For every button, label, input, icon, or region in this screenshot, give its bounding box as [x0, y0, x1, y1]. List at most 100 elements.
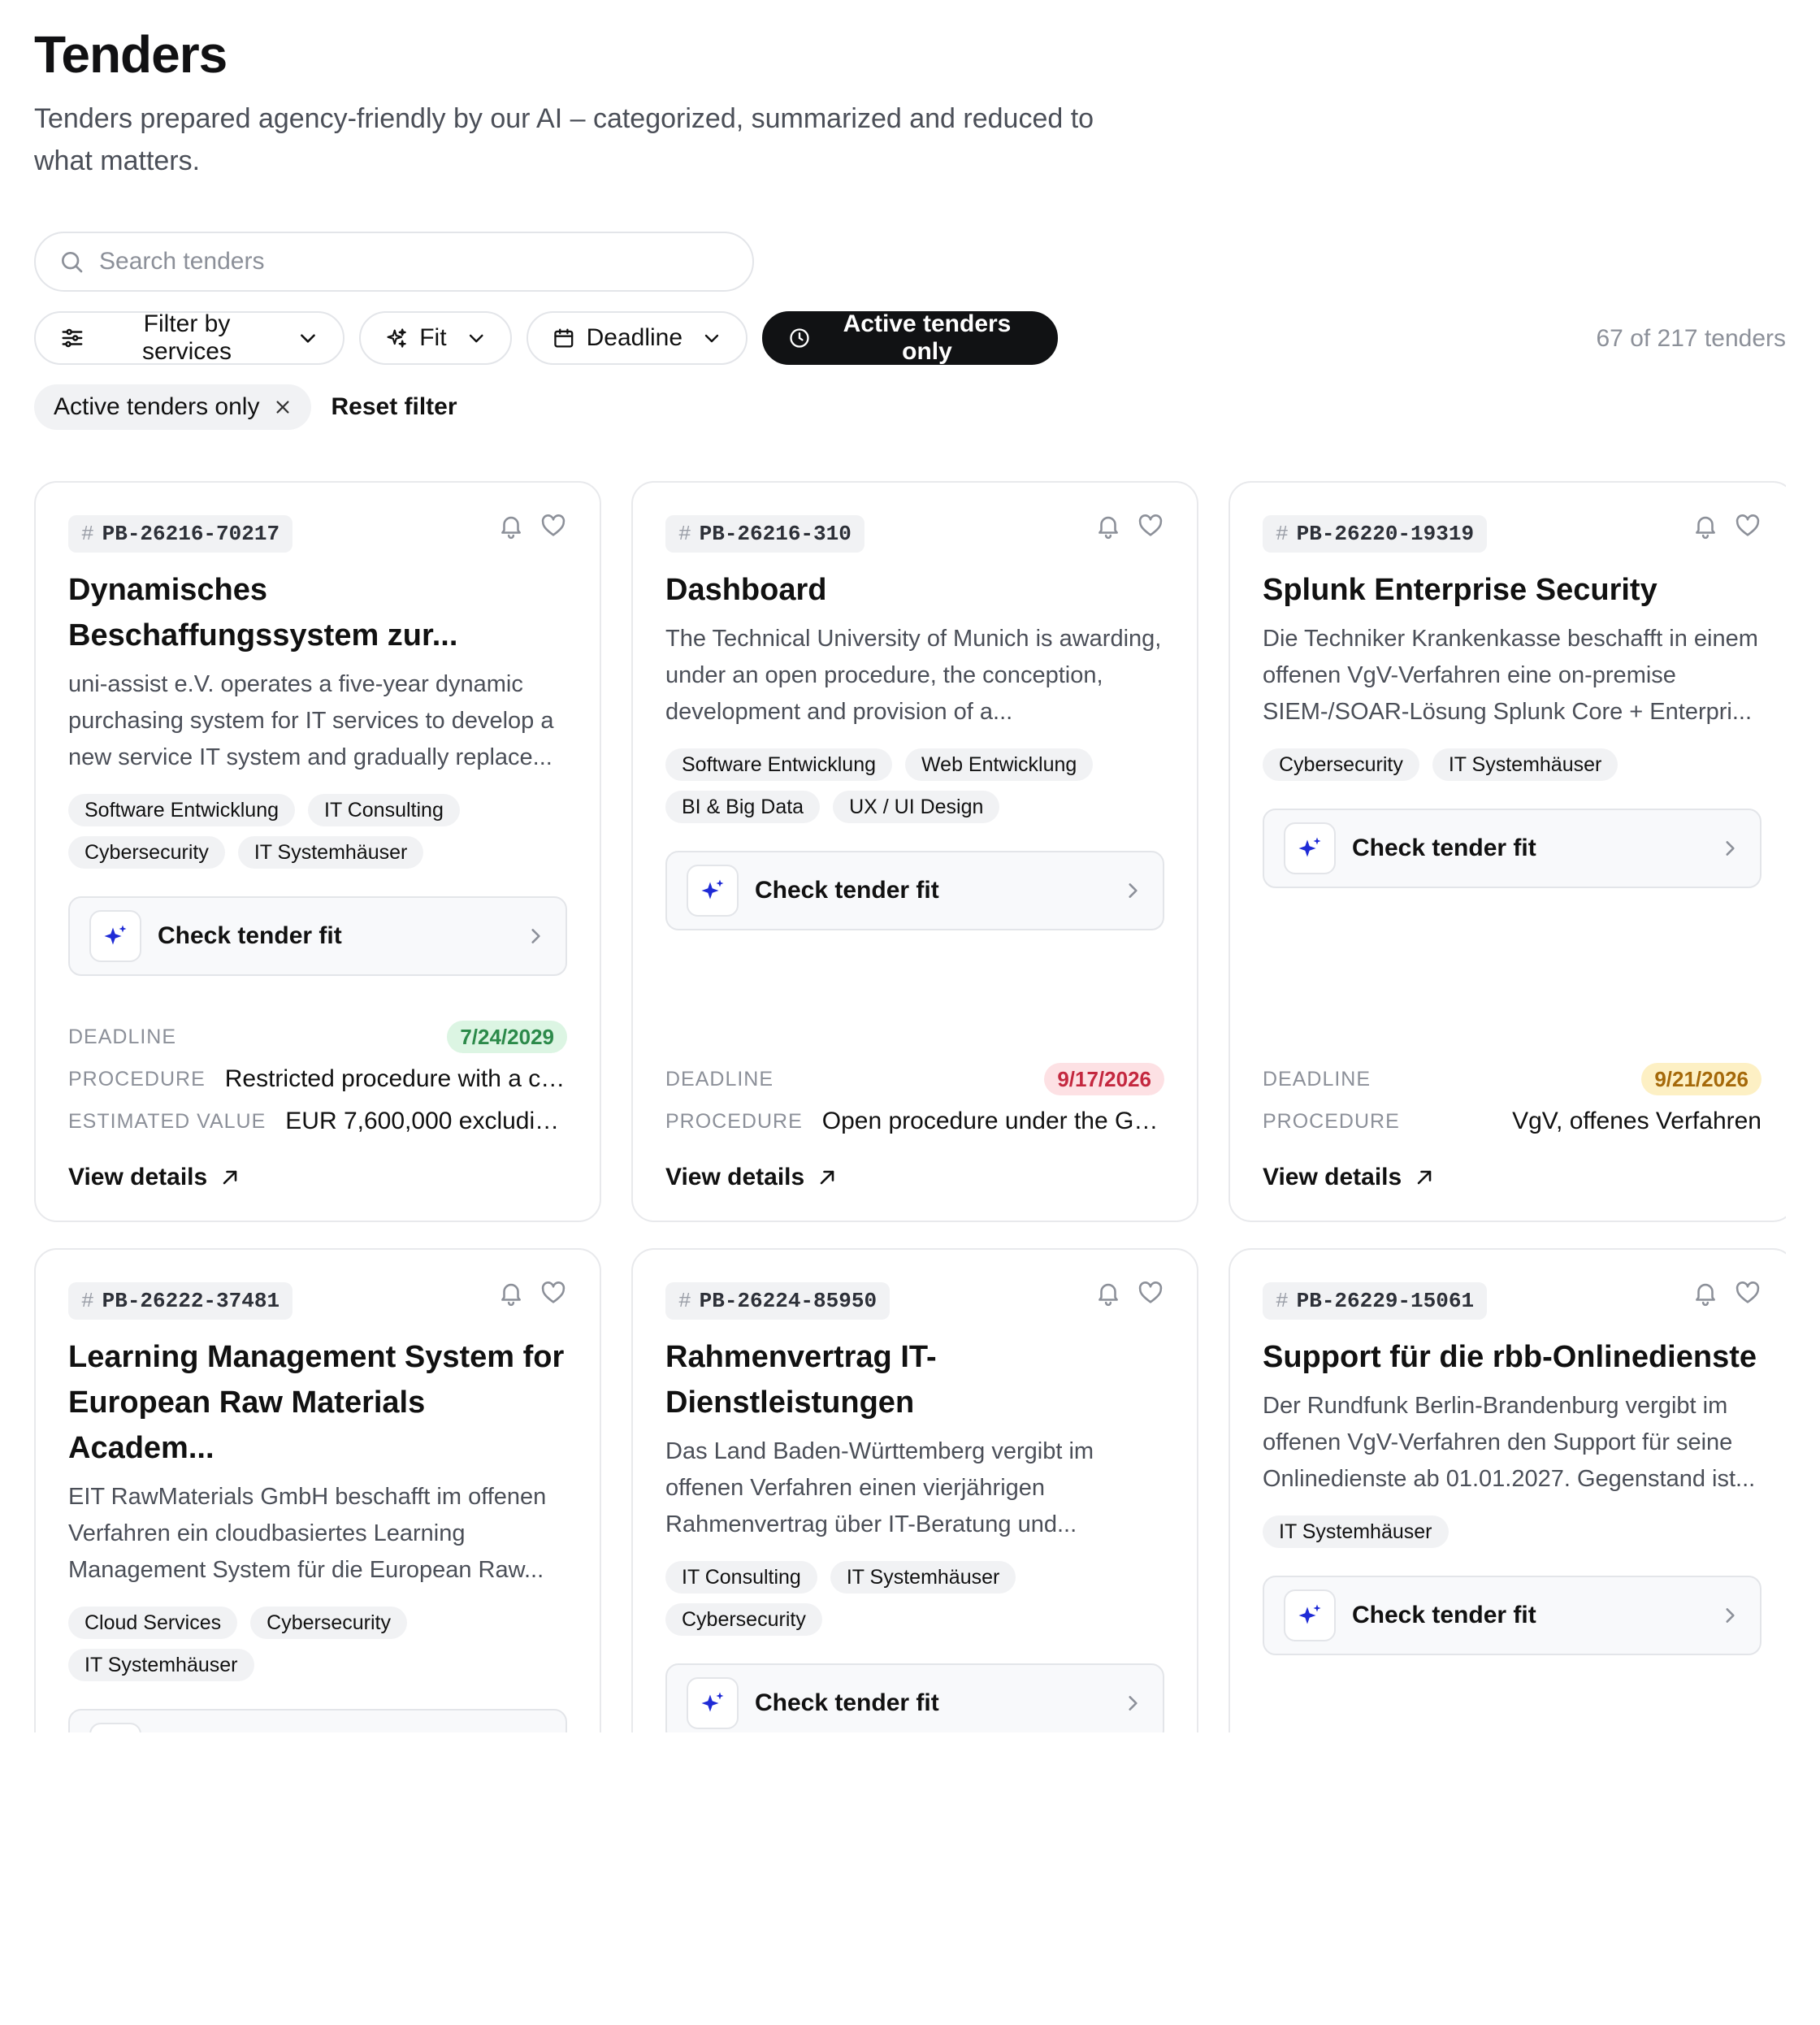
tender-tags: Cloud Services Cybersecurity IT Systemhäus… [68, 1607, 567, 1681]
check-tender-fit-button[interactable]: Check tender fit [1263, 1576, 1762, 1655]
check-tender-fit-button[interactable]: Check tender fit [1263, 809, 1762, 888]
results-count: 67 of 217 tenders [1596, 325, 1786, 352]
hash-icon: # [678, 1289, 691, 1313]
bell-icon[interactable] [1094, 512, 1122, 540]
tender-card[interactable]: # PB-26222-37481 Learning Management Syste… [34, 1248, 601, 1732]
bell-icon[interactable] [497, 512, 525, 540]
fit-icon-box [89, 1723, 141, 1732]
hash-icon: # [1276, 1289, 1289, 1313]
arrow-up-right-icon [820, 1170, 834, 1185]
sparkles-icon [1298, 1604, 1321, 1624]
active-tenders-toggle[interactable]: Active tenders only [762, 310, 1058, 365]
estimated-value: EUR 7,600,000 excluding... [285, 1108, 567, 1134]
tender-id-badge: # PB-26229-15061 [1263, 1282, 1488, 1320]
sliders-icon [62, 328, 83, 348]
tender-title[interactable]: Rahmenvertrag IT-Dienstleistungen [665, 1334, 1164, 1425]
procedure-value: Open procedure under the Ger... [821, 1108, 1164, 1134]
deadline-key: DEADLINE [68, 1025, 177, 1048]
check-tender-fit-button[interactable]: Check tender fit [665, 851, 1164, 930]
filter-deadline-label: Deadline [586, 324, 683, 351]
tender-id-badge: # PB-26222-37481 [68, 1282, 293, 1320]
bell-icon[interactable] [1692, 1279, 1719, 1307]
fit-icon-box [687, 1677, 739, 1729]
view-details-link[interactable]: View details [68, 1164, 567, 1191]
card-header: # PB-26229-15061 [1263, 1279, 1762, 1320]
tender-card[interactable]: # PB-26220-19319 Splunk Enterprise Securit… [1228, 481, 1786, 1222]
card-header: # PB-26216-310 [665, 512, 1164, 553]
tender-card[interactable]: # PB-26224-85950 Rahmenvertrag IT-Dienstle… [631, 1248, 1198, 1732]
heart-icon[interactable] [1734, 1279, 1762, 1307]
bell-icon[interactable] [497, 1279, 525, 1307]
deadline-row: DEADLINE 7/24/2029 [68, 1016, 567, 1058]
tender-description: The Technical University of Munich is aw… [665, 626, 1162, 725]
arrow-up-right-icon [223, 1170, 237, 1185]
close-icon[interactable] [274, 398, 292, 416]
procedure-row: PROCEDURE Open procedure under the Ger... [665, 1100, 1164, 1143]
fit-icon-box [687, 865, 739, 917]
service-tag: IT Systemhäuser [68, 1649, 254, 1681]
tender-title[interactable]: Dashboard [665, 567, 1164, 613]
search-bar[interactable] [34, 232, 754, 292]
filter-services-label: Filter by services [141, 310, 232, 365]
heart-icon[interactable] [1137, 1279, 1164, 1307]
tender-id-badge: # PB-26216-70217 [68, 515, 293, 553]
view-details-label: View details [68, 1164, 208, 1190]
heart-icon[interactable] [540, 1279, 567, 1307]
chevron-down-icon [704, 334, 719, 343]
procedure-value: VgV, offenes Verfahren [1512, 1108, 1762, 1134]
heart-icon[interactable] [1137, 512, 1164, 540]
page-subtitle: Tenders prepared agency-friendly by our … [34, 103, 1094, 176]
view-details-link[interactable]: View details [665, 1164, 1164, 1191]
view-details-link[interactable]: View details [1263, 1164, 1762, 1191]
tender-title[interactable]: Dynamisches Beschaffungssystem zur... [68, 567, 567, 658]
active-filter-chips: Active tenders only Reset filter [34, 384, 462, 430]
clock-icon [790, 328, 809, 348]
hash-icon: # [81, 522, 94, 546]
tenders-page: Tenders Tenders prepared agency-friendly… [0, 0, 1820, 2025]
deadline-badge: 7/24/2029 [447, 1021, 567, 1053]
heart-icon[interactable] [540, 512, 567, 540]
tender-card[interactable]: # PB-26216-310 Dashboard The Technical Univ… [631, 481, 1198, 1222]
filter-fit-button[interactable]: Fit [359, 311, 512, 365]
view-details-label: View details [665, 1164, 805, 1190]
chevron-down-icon [469, 334, 483, 343]
fit-icon-box [1284, 822, 1336, 874]
search-input[interactable] [99, 248, 717, 275]
check-tender-fit-label: Check tender fit [1352, 835, 1536, 861]
hash-icon: # [81, 1289, 94, 1313]
check-tender-fit-label: Check tender fit [1352, 1602, 1536, 1628]
service-tag: Cybersecurity [250, 1607, 407, 1639]
card-header: # PB-26216-70217 [68, 512, 567, 553]
deadline-row: DEADLINE 9/21/2026 [1263, 1058, 1762, 1100]
check-tender-fit-button[interactable]: Check tender fit [68, 896, 567, 976]
estimated-value-row: ESTIMATED VALUE EUR 7,600,000 excluding..… [68, 1100, 567, 1143]
tender-meta: DEADLINE 9/21/2026 PROCEDURE VgV, offenes V… [1263, 1058, 1762, 1191]
reset-filter-button[interactable]: Reset filter [326, 393, 462, 421]
check-tender-fit-button[interactable]: Check tender fit [665, 1663, 1164, 1732]
check-tender-fit-label: Check tender fit [755, 1689, 939, 1716]
tender-description: Das Land Baden-Württemberg vergibt im of… [665, 1438, 1094, 1537]
filter-deadline-button[interactable]: Deadline [526, 311, 748, 365]
service-tag: IT Systemhäuser [1263, 1515, 1449, 1548]
tender-card[interactable]: # PB-26216-70217 Dynamisches Beschaffungss… [34, 481, 601, 1222]
filter-fit-label: Fit [419, 324, 447, 351]
sparkles-icon [701, 879, 724, 900]
filter-services-button[interactable]: Filter by services [34, 310, 344, 365]
check-tender-fit-button[interactable]: Check tender fit [68, 1709, 567, 1732]
tender-tags: Cybersecurity IT Systemhäuser [1263, 748, 1762, 781]
procedure-key: PROCEDURE [68, 1067, 206, 1091]
tender-card[interactable]: # PB-26229-15061 Support für die rbb-Onlin… [1228, 1248, 1786, 1732]
tender-title[interactable]: Support für die rbb-Onlinedienste [1263, 1334, 1762, 1380]
active-filter-chip-label: Active tenders only [54, 393, 260, 420]
heart-icon[interactable] [1734, 512, 1762, 540]
bell-icon[interactable] [1692, 512, 1719, 540]
service-tag: Web Entwicklung [905, 748, 1094, 781]
service-tag: Cybersecurity [1263, 748, 1419, 781]
tender-meta: DEADLINE 9/17/2026 PROCEDURE Open procedure… [665, 1058, 1164, 1191]
bell-icon[interactable] [1094, 1279, 1122, 1307]
deadline-key: DEADLINE [665, 1067, 774, 1091]
tender-description: Die Techniker Krankenkasse beschafft in … [1263, 626, 1758, 725]
service-tag: Software Entwicklung [68, 794, 296, 826]
tender-title[interactable]: Learning Management System for European … [68, 1334, 567, 1471]
tender-title[interactable]: Splunk Enterprise Security [1263, 567, 1762, 613]
